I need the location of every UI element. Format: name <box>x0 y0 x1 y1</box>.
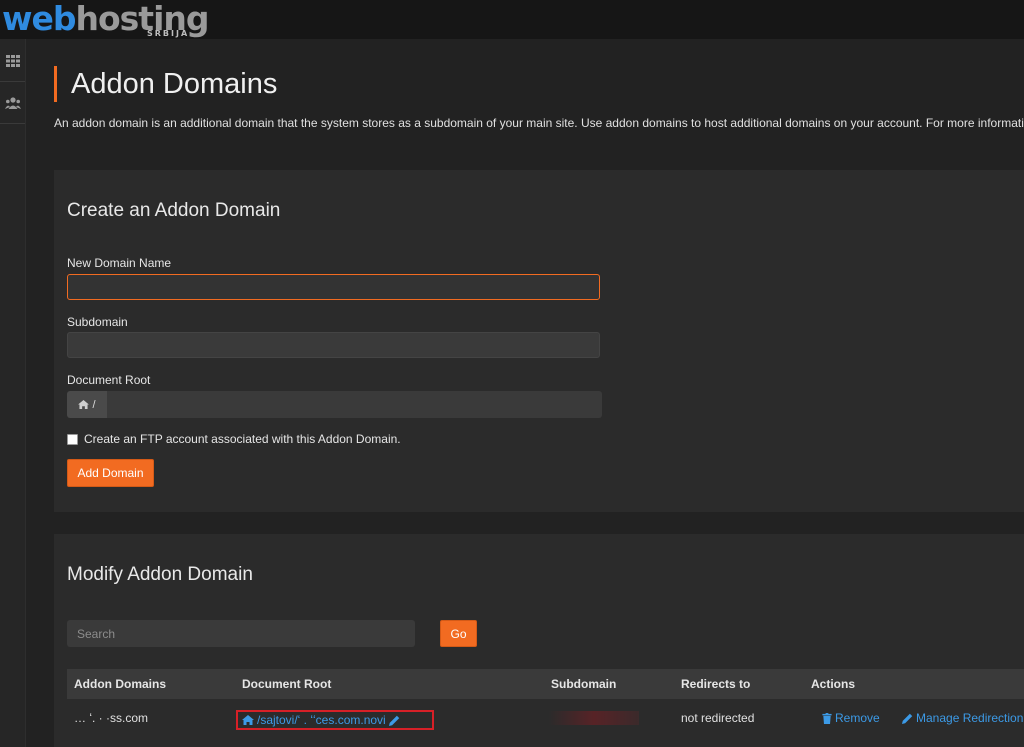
new-domain-label: New Domain Name <box>67 256 172 270</box>
modify-addon-panel: Modify Addon Domain Search Go Addon Doma… <box>54 534 1024 747</box>
go-button[interactable]: Go <box>440 620 477 647</box>
document-root-field[interactable]: / <box>67 391 602 418</box>
row-document-root-text: /sajtovi/ʻ . ʻʻces.com.novi <box>257 713 386 727</box>
subdomain-label: Subdomain <box>67 315 128 329</box>
grid-icon[interactable] <box>0 41 25 82</box>
page-title: Addon Domains <box>54 66 277 102</box>
manage-redirection-label: Manage Redirection <box>916 711 1024 725</box>
create-addon-panel: Create an Addon Domain New Domain Name S… <box>54 170 1024 512</box>
logo-web-text: web <box>2 0 76 38</box>
ftp-checkbox[interactable] <box>67 433 78 445</box>
row-domain: … ʻ. · ·ss.com <box>74 711 148 725</box>
column-header-redirects-to[interactable]: Redirects to <box>681 669 750 699</box>
column-header-addon-domains[interactable]: Addon Domains <box>74 669 166 699</box>
sidebar <box>0 39 26 747</box>
document-root-prefix-text: / <box>92 398 96 411</box>
modify-panel-title: Modify Addon Domain <box>67 564 253 585</box>
manage-redirection-action[interactable]: Manage Redirection <box>902 699 1023 737</box>
home-icon <box>242 715 254 725</box>
page-description: An addon domain is an additional domain … <box>54 116 1024 130</box>
document-root-label: Document Root <box>67 373 151 387</box>
logo-country-text: SRBIJA <box>147 29 190 38</box>
pencil-icon[interactable] <box>388 715 400 726</box>
search-placeholder: Search <box>77 626 116 641</box>
row-document-root-link[interactable]: /sajtovi/ʻ . ʻʻces.com.novi <box>236 710 434 730</box>
create-panel-title: Create an Addon Domain <box>67 200 281 221</box>
users-icon[interactable] <box>0 83 25 124</box>
remove-action[interactable]: Remove <box>822 699 880 737</box>
table-header: Addon Domains Document Root Subdomain Re… <box>67 669 1024 699</box>
trash-icon <box>822 712 832 724</box>
remove-label: Remove <box>835 711 880 725</box>
top-bar: webhosting SRBIJA <box>0 0 1024 39</box>
document-root-input[interactable] <box>107 391 602 418</box>
column-header-actions: Actions <box>811 677 856 691</box>
subdomain-input[interactable] <box>67 332 600 358</box>
table-row: … ʻ. · ·ss.com /sajtovi/ʻ . ʻʻces.com.no… <box>67 699 1024 737</box>
row-subdomain-redacted <box>549 711 639 725</box>
ftp-checkbox-label: Create an FTP account associated with th… <box>84 432 401 446</box>
add-domain-button[interactable]: Add Domain <box>67 459 154 487</box>
new-domain-input[interactable] <box>67 274 600 300</box>
row-redirects-to: not redirected <box>681 711 755 725</box>
home-icon <box>78 400 90 409</box>
pencil-icon <box>902 713 913 724</box>
document-root-prefix: / <box>67 391 107 418</box>
webhosting-logo[interactable]: webhosting SRBIJA <box>2 0 210 39</box>
column-header-document-root[interactable]: Document Root <box>242 669 331 699</box>
ftp-checkbox-row[interactable]: Create an FTP account associated with th… <box>67 432 401 446</box>
search-input[interactable]: Search <box>67 620 415 647</box>
column-header-subdomain[interactable]: Subdomain <box>551 669 616 699</box>
